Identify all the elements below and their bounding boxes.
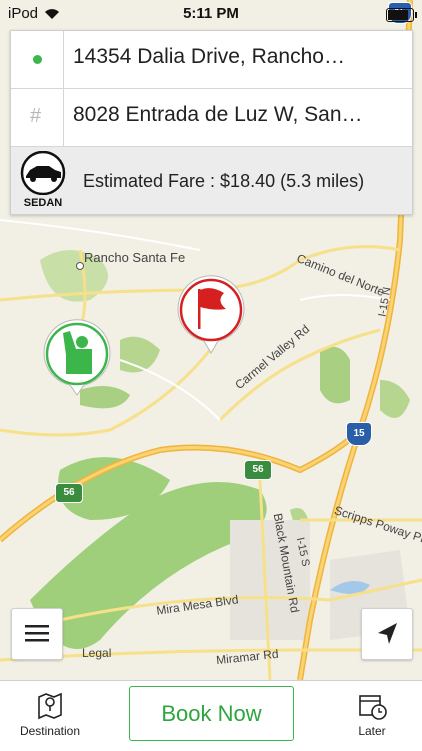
book-now-button[interactable]: Book Now xyxy=(129,686,294,741)
bottom-toolbar: Destination Book Now Later xyxy=(0,680,422,751)
pickup-row[interactable]: 14354 Dalia Drive, Rancho… xyxy=(11,31,412,89)
green-dot-icon xyxy=(33,55,42,64)
sedan-selector[interactable]: SEDAN xyxy=(17,150,69,211)
locate-me-button[interactable] xyxy=(361,608,413,660)
status-time: 5:11 PM xyxy=(183,5,239,22)
dropoff-row[interactable]: # 8028 Entrada de Luz W, San… xyxy=(11,89,412,147)
hamburger-icon xyxy=(25,625,49,642)
fare-row[interactable]: SEDAN Estimated Fare : $18.40 (5.3 miles… xyxy=(11,147,412,214)
red-flag-icon xyxy=(177,275,245,354)
map-legal-link[interactable]: Legal xyxy=(82,646,111,660)
estimated-fare: Estimated Fare : $18.40 (5.3 miles) xyxy=(83,171,365,191)
destination-label: Destination xyxy=(19,724,81,738)
hailing-person-icon xyxy=(43,319,111,396)
highway-56-shield-west: 56 xyxy=(55,483,83,503)
destination-button[interactable]: Destination xyxy=(8,691,92,738)
calendar-clock-icon xyxy=(359,695,387,720)
battery-icon xyxy=(386,8,417,22)
highway-56-shield: 56 xyxy=(244,460,272,480)
hash-icon: # xyxy=(30,105,42,127)
map-book-icon xyxy=(38,692,62,720)
later-button[interactable]: Later xyxy=(338,691,406,738)
dropoff-hash-cell: # xyxy=(11,89,64,146)
menu-button[interactable] xyxy=(11,608,63,660)
dropoff-address[interactable]: 8028 Entrada de Luz W, San… xyxy=(73,103,408,127)
sedan-car-icon xyxy=(20,150,66,196)
town-dot xyxy=(76,262,84,270)
location-arrow-icon xyxy=(378,623,397,644)
status-bar: iPod 5:11 PM xyxy=(0,0,422,28)
interstate-15-shield: 15 xyxy=(346,422,372,446)
map-label-rancho-santa-fe: Rancho Santa Fe xyxy=(84,250,186,265)
address-card: 14354 Dalia Drive, Rancho… # 8028 Entrad… xyxy=(10,30,413,215)
vehicle-label: SEDAN xyxy=(23,197,63,209)
later-label: Later xyxy=(358,724,386,738)
pickup-address[interactable]: 14354 Dalia Drive, Rancho… xyxy=(73,45,408,69)
pickup-dot-cell xyxy=(11,31,64,88)
pickup-marker[interactable] xyxy=(42,319,112,397)
destination-marker[interactable] xyxy=(176,275,246,355)
